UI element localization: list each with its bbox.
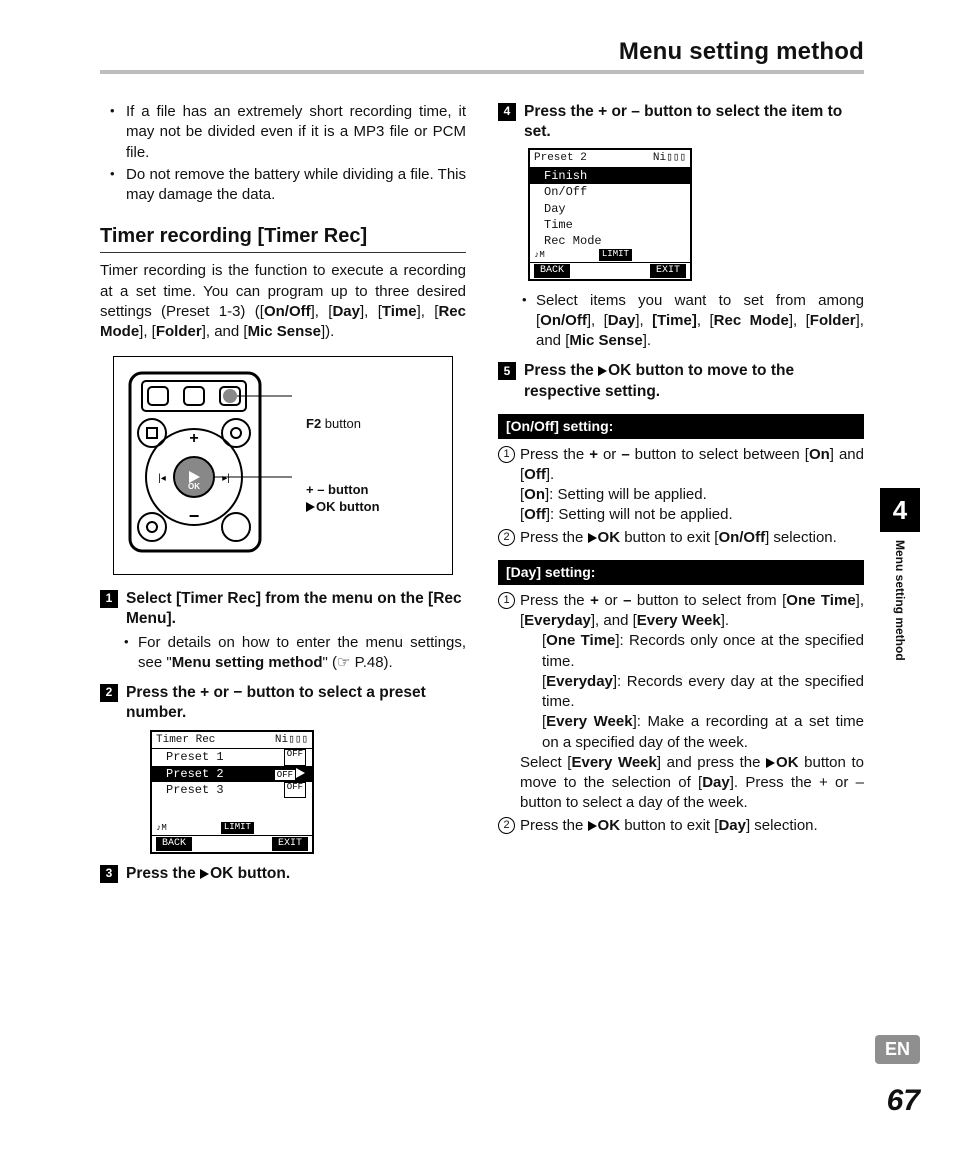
device-callouts: F2 button + – button OK button <box>306 415 442 516</box>
setting-header-onoff: [On/Off] setting: <box>498 414 864 439</box>
chapter-number-badge: 4 <box>880 488 920 532</box>
chapter-tab: 4 Menu setting method <box>880 488 920 661</box>
step-2: 2 Press the + or − button to select a pr… <box>100 683 466 723</box>
lcd-row: Day <box>530 201 690 217</box>
step-4-notes: Select items you want to set from among … <box>524 291 864 352</box>
battery-icon: Ni▯▯▯ <box>275 733 308 748</box>
section-title: Timer recording [Timer Rec] <box>100 223 466 253</box>
step-number-icon: 3 <box>100 865 118 883</box>
svg-text:+: + <box>189 430 198 447</box>
lcd-softkeys: BACKEXIT <box>152 835 312 852</box>
lcd-row-selected: Preset 2OFF <box>152 766 312 782</box>
step-text: Press the + or – button to select the it… <box>524 102 864 142</box>
setting-header-day: [Day] setting: <box>498 560 864 585</box>
note-item: Do not remove the battery while dividing… <box>114 165 466 206</box>
chapter-title: Menu setting method <box>100 38 864 74</box>
lcd-row: Preset 3OFF <box>152 782 312 798</box>
arrow-right-icon <box>296 767 306 781</box>
caution-notes: If a file has an extremely short recordi… <box>100 102 466 205</box>
callout-buttons: + – button OK button <box>306 481 442 516</box>
step-5: 5 Press the OK button to move to the res… <box>498 361 864 401</box>
step-text: Press the OK button to move to the respe… <box>524 361 864 401</box>
callout-f2: F2 button <box>306 415 442 433</box>
play-icon <box>200 865 210 882</box>
section-description: Timer recording is the function to execu… <box>100 261 466 342</box>
device-illustration: OK + − |◂ ▸| <box>124 367 294 563</box>
step-number-icon: 2 <box>100 684 118 702</box>
manual-page: Menu setting method If a file has an ext… <box>0 0 954 1158</box>
option-desc: [One Time]: Records only once at the spe… <box>542 631 864 672</box>
step-number-icon: 5 <box>498 362 516 380</box>
step-text: Press the OK button. <box>126 864 466 884</box>
svg-text:−: − <box>189 506 200 526</box>
lcd-header: Preset 2 Ni▯▯▯ <box>530 150 690 168</box>
step-1-notes: For details on how to enter the menu set… <box>126 633 466 674</box>
day-steps: Press the + or – button to select from [… <box>498 591 864 836</box>
lcd-row: Preset 1OFF <box>152 749 312 765</box>
onoff-steps: Press the + or – button to select betwee… <box>498 445 864 548</box>
substep: Press the OK button to exit [Day] select… <box>498 816 864 836</box>
device-diagram: OK + − |◂ ▸| <box>113 356 453 574</box>
lcd-row-selected: Finish <box>530 168 690 184</box>
language-badge: EN <box>875 1035 920 1064</box>
step-4: 4 Press the + or – button to select the … <box>498 102 864 142</box>
substep: Press the OK button to exit [On/Off] sel… <box>498 528 864 548</box>
note-item: If a file has an extremely short recordi… <box>114 102 466 163</box>
step-number-icon: 4 <box>498 103 516 121</box>
lcd-screen-preset: Timer Rec Ni▯▯▯ Preset 1OFF Preset 2OFF … <box>150 730 314 854</box>
option-desc: [On]: Setting will be applied. <box>520 485 864 505</box>
svg-text:▸|: ▸| <box>222 473 230 484</box>
note-item: For details on how to enter the menu set… <box>126 633 466 674</box>
play-icon <box>588 817 598 834</box>
play-icon <box>598 362 608 379</box>
option-instruction: Select [Every Week] and press the OK but… <box>520 753 864 814</box>
lcd-row: On/Off <box>530 184 690 200</box>
lcd-header: Timer Rec Ni▯▯▯ <box>152 732 312 750</box>
option-desc: [Everyday]: Records every day at the spe… <box>542 672 864 713</box>
note-item: Select items you want to set from among … <box>524 291 864 352</box>
step-number-icon: 1 <box>100 590 118 608</box>
left-column: If a file has an extremely short recordi… <box>100 102 466 888</box>
option-desc: [Off]: Setting will not be applied. <box>520 505 864 525</box>
battery-icon: Ni▯▯▯ <box>653 151 686 166</box>
lcd-row: Time <box>530 217 690 233</box>
lcd-status-bar: ♪MLIMIT <box>530 249 690 262</box>
svg-text:|◂: |◂ <box>158 473 166 484</box>
step-text: Press the + or − button to select a pres… <box>126 683 466 723</box>
right-column: 4 Press the + or – button to select the … <box>498 102 864 888</box>
substep: Press the + or – button to select betwee… <box>498 445 864 526</box>
svg-text:OK: OK <box>188 482 200 491</box>
step-text: Select [Timer Rec] from the menu on the … <box>126 589 466 629</box>
play-icon <box>588 529 598 546</box>
step-1: 1 Select [Timer Rec] from the menu on th… <box>100 589 466 629</box>
page-number: 67 <box>887 1084 920 1118</box>
play-icon <box>306 499 316 514</box>
option-desc: [Every Week]: Make a recording at a set … <box>542 712 864 753</box>
chapter-tab-label: Menu setting method <box>893 540 907 661</box>
lcd-softkeys: BACKEXIT <box>530 262 690 279</box>
lcd-status-bar: ♪MLIMIT <box>152 822 312 835</box>
lcd-screen-items: Preset 2 Ni▯▯▯ Finish On/Off Day Time Re… <box>528 148 692 280</box>
two-column-layout: If a file has an extremely short recordi… <box>100 102 864 888</box>
substep: Press the + or – button to select from [… <box>498 591 864 814</box>
lcd-row: Rec Mode <box>530 233 690 249</box>
play-icon <box>766 754 776 771</box>
step-3: 3 Press the OK button. <box>100 864 466 884</box>
